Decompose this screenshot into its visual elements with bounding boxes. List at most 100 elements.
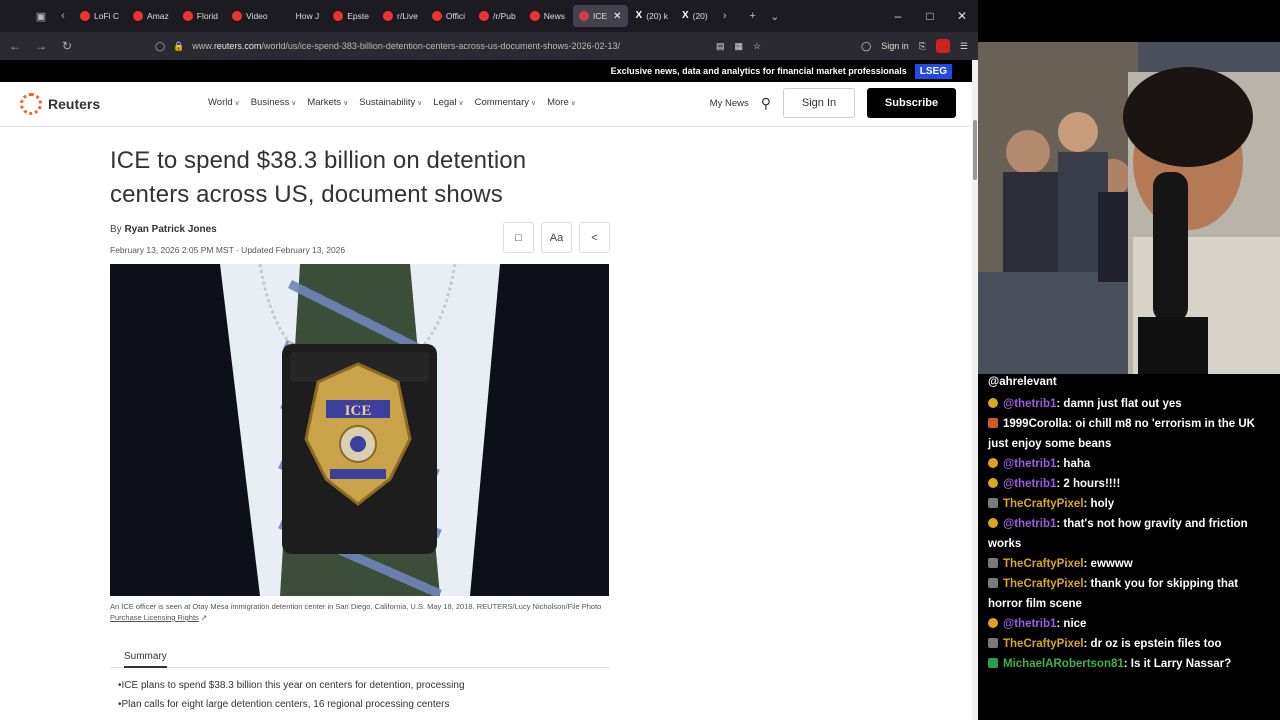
- browser-tab[interactable]: X (20) k: [630, 5, 674, 27]
- browser-tab[interactable]: Epste: [327, 5, 375, 27]
- search-icon[interactable]: ⚲: [761, 95, 771, 112]
- summary-item: Plan calls for eight large detention cen…: [118, 699, 610, 710]
- browser-tab[interactable]: X (20): [676, 5, 714, 27]
- chat-username[interactable]: TheCraftyPixel: [1003, 498, 1084, 510]
- chat-username[interactable]: @thetrib1: [1003, 618, 1056, 630]
- tab-label: Amaz: [147, 11, 169, 21]
- reuters-logo[interactable]: Reuters: [20, 93, 100, 115]
- share-icon[interactable]: <: [579, 222, 610, 253]
- chat-username[interactable]: TheCraftyPixel: [1003, 638, 1084, 650]
- screenshot-icon[interactable]: ▦: [735, 41, 744, 52]
- browser-tab[interactable]: Amaz: [127, 5, 175, 27]
- nav-item-legal[interactable]: Legal: [433, 97, 463, 108]
- subscribe-button[interactable]: Subscribe: [867, 88, 956, 118]
- chat-username[interactable]: @thetrib1: [1003, 518, 1056, 530]
- reader-view-icon[interactable]: ▤: [716, 41, 725, 52]
- nav-item-world[interactable]: World: [208, 97, 240, 108]
- reuters-logo-icon: [20, 93, 42, 115]
- nav-item-commentary[interactable]: Commentary: [475, 97, 536, 108]
- youtube-icon: [80, 11, 90, 21]
- ublock-icon[interactable]: [935, 39, 950, 53]
- main-nav: World Business Markets Sustainability Legal C…: [208, 97, 576, 108]
- chat-username[interactable]: TheCraftyPixel: [1003, 578, 1084, 590]
- maximize-icon[interactable]: □: [914, 9, 946, 23]
- licensing-link[interactable]: Purchase Licensing Rights: [110, 613, 199, 622]
- shield-icon[interactable]: ◯: [155, 41, 165, 52]
- lseg-badge[interactable]: LSEG: [914, 63, 952, 79]
- tab-label: ICE: [592, 11, 608, 21]
- browser-tab[interactable]: /r/Pub: [473, 5, 522, 27]
- close-window-icon[interactable]: ✕: [946, 9, 978, 23]
- window-controls: – □ ✕: [882, 0, 978, 32]
- browser-tab[interactable]: ICE ✕: [572, 5, 628, 27]
- sign-in-button[interactable]: Sign In: [783, 88, 855, 118]
- new-tab-icon[interactable]: +: [742, 5, 764, 27]
- nav-item-sustainability[interactable]: Sustainability: [359, 97, 422, 108]
- summary-list: ICE plans to spend $38.3 billion this ye…: [110, 680, 610, 710]
- article-photo[interactable]: ICE: [110, 264, 609, 596]
- chat-message: TheCraftyPixel: holy: [988, 494, 1272, 514]
- browser-sign-in[interactable]: Sign in: [881, 41, 909, 51]
- back-icon[interactable]: ←: [2, 39, 28, 53]
- tab-scroll-left-icon[interactable]: ‹: [52, 5, 74, 27]
- bookmark-icon[interactable]: □: [503, 222, 534, 253]
- chat-username[interactable]: TheCraftyPixel: [1003, 558, 1084, 570]
- chat-text: : nice: [1056, 618, 1087, 630]
- chat-username[interactable]: @thetrib1: [1003, 398, 1056, 410]
- chat-badge-icon: [988, 638, 998, 648]
- tab-overview-icon[interactable]: ▣: [30, 5, 52, 27]
- bookmark-star-icon[interactable]: ☆: [753, 41, 761, 52]
- browser-tab[interactable]: Offici: [426, 5, 471, 27]
- chat-badge-icon: [988, 418, 998, 428]
- chat-badge-icon: [988, 498, 998, 508]
- x-icon: X: [681, 10, 689, 21]
- tab-scroll-right-icon[interactable]: ›: [714, 5, 736, 27]
- menu-icon[interactable]: ☰: [960, 41, 968, 52]
- webcam-overlay: [978, 42, 1280, 374]
- chat-badge-icon: [988, 658, 998, 668]
- browser-tab[interactable]: LoFi C: [74, 5, 125, 27]
- chat-username[interactable]: MichaelARobertson81: [1003, 658, 1124, 670]
- browser-tab[interactable]: Florid: [177, 5, 224, 27]
- minimize-icon[interactable]: –: [882, 9, 914, 23]
- author-link[interactable]: Ryan Patrick Jones: [124, 224, 216, 235]
- chat-message: 1999Corolla: oi chill m8 no 'errorism in…: [988, 414, 1272, 454]
- tab-label: Epste: [347, 11, 370, 21]
- scrollbar-thumb[interactable]: [973, 120, 977, 180]
- chat-text: : Is it Larry Nassar?: [1123, 658, 1232, 670]
- close-tab-icon[interactable]: ✕: [613, 11, 621, 22]
- youtube-icon: [333, 11, 344, 21]
- headline: ICE to spend $38.3 billion on detention …: [110, 147, 527, 208]
- browser-tab[interactable]: News: [524, 5, 571, 27]
- chat-username[interactable]: @thetrib1: [1003, 458, 1056, 470]
- summary-tab[interactable]: Summary: [110, 646, 610, 668]
- site-header: Reuters World Business Markets Sustainabili…: [0, 82, 978, 127]
- promo-banner[interactable]: Exclusive news, data and analytics for f…: [0, 60, 978, 82]
- browser-tab[interactable]: r/Live: [377, 5, 424, 27]
- byline-prefix: By: [110, 224, 122, 235]
- account-icon[interactable]: ◯: [861, 41, 871, 52]
- nav-item-markets[interactable]: Markets: [307, 97, 348, 108]
- browser-tab[interactable]: How J: [276, 5, 326, 27]
- font-size-button[interactable]: Aa: [541, 222, 572, 253]
- forward-icon[interactable]: →: [28, 39, 54, 53]
- reload-icon[interactable]: ↻: [54, 39, 80, 53]
- chat-username[interactable]: @thetrib1: [1003, 478, 1056, 490]
- stream-sidebar: @ahrelevant @thetrib1: damn just flat ou…: [978, 0, 1280, 720]
- tab-list-icon[interactable]: ⌄: [764, 5, 786, 27]
- browser-tab[interactable]: Video: [226, 5, 274, 27]
- url-text[interactable]: www.reuters.com/world/us/ice-spend-383-b…: [192, 41, 620, 51]
- my-news-link[interactable]: My News: [710, 98, 749, 109]
- summary-title: Summary: [124, 651, 167, 668]
- extensions-icon[interactable]: ⎘: [919, 41, 926, 52]
- external-link-icon[interactable]: ↗: [201, 613, 207, 622]
- reddit-icon: [479, 11, 490, 21]
- nav-right-tools: ▤ ▦ ☆ ◯ Sign in ⎘ ☰: [716, 32, 968, 60]
- chat-username[interactable]: 1999Corolla: [1003, 418, 1068, 430]
- browser-window: ▣ ‹ LoFi C Amaz Florid Video How J Epste r/Liv…: [0, 0, 978, 720]
- nav-item-business[interactable]: Business: [251, 97, 297, 108]
- reuters-icon: [578, 11, 589, 21]
- chat-text: : damn just flat out yes: [1056, 398, 1182, 410]
- tab-label: News: [543, 11, 565, 21]
- nav-item-more[interactable]: More: [547, 97, 576, 108]
